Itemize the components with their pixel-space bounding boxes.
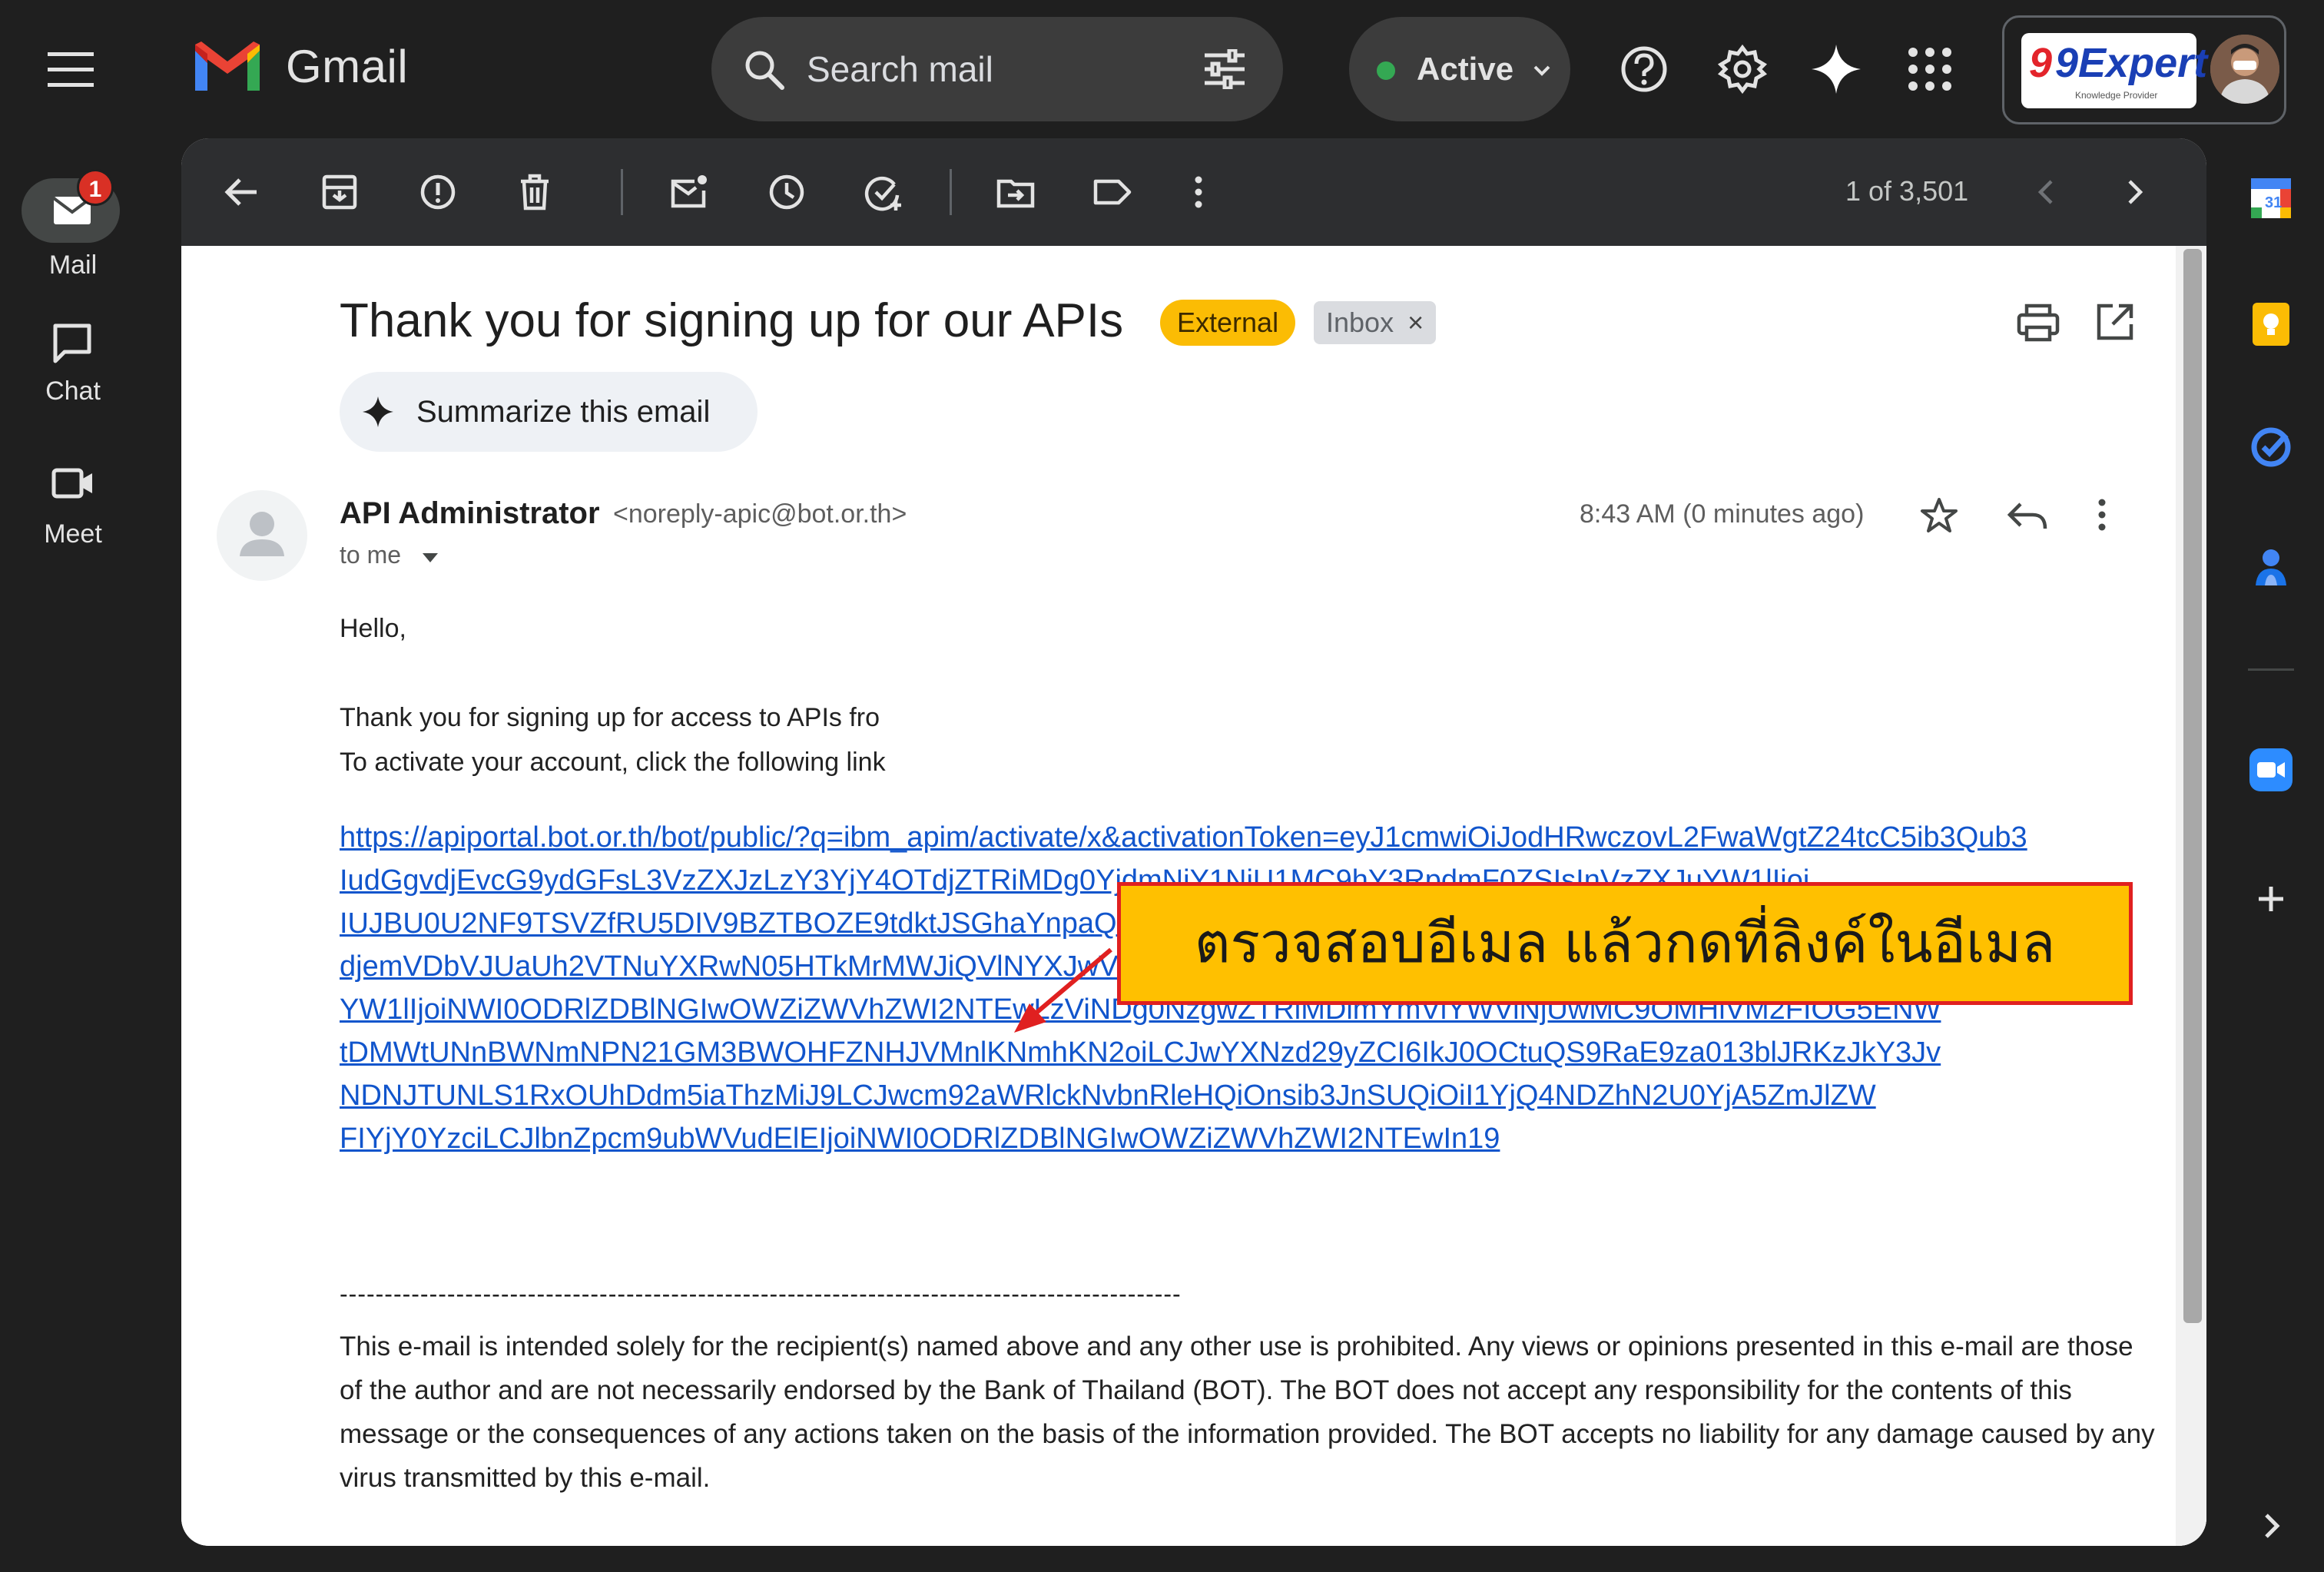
nav-item-mail[interactable]: 1 Mail xyxy=(0,138,146,292)
top-bar: Gmail Search mail Active 9 9Expert Knowle… xyxy=(0,0,2324,138)
search-box[interactable]: Search mail xyxy=(711,17,1283,121)
unread-count-badge: 1 xyxy=(77,169,114,206)
apps-grid-icon[interactable] xyxy=(1904,43,1956,95)
search-options-icon[interactable] xyxy=(1203,49,1246,89)
star-icon[interactable] xyxy=(1919,496,1959,535)
main-menu-icon[interactable] xyxy=(45,46,97,92)
nav-item-label: Chat xyxy=(45,376,101,406)
google-tasks-icon[interactable] xyxy=(2248,424,2294,470)
sender-name[interactable]: API Administrator xyxy=(340,496,600,531)
avatar[interactable] xyxy=(2210,35,2279,104)
label-tag-icon[interactable] xyxy=(1092,172,1132,212)
nav-item-chat[interactable]: Chat xyxy=(0,315,146,438)
more-options-icon[interactable] xyxy=(1179,172,1218,212)
email-greeting: Hello, xyxy=(340,614,406,643)
gear-icon[interactable] xyxy=(1716,43,1769,95)
activation-link-line[interactable]: NDNJTUNLS1RxOUhDdm5iaThzMiJ9LCJwcm92aWRl… xyxy=(340,1074,2027,1117)
search-input[interactable]: Search mail xyxy=(807,17,993,121)
move-to-folder-icon[interactable] xyxy=(996,172,1036,212)
newer-chevron-left-icon[interactable] xyxy=(2027,172,2067,212)
message-content: Thank you for signing up for our APIs Ex… xyxy=(181,246,2206,1546)
annotation-arrow-icon xyxy=(1003,945,1119,1037)
external-label-badge: External xyxy=(1160,300,1296,346)
inbox-label-chip[interactable]: Inbox × xyxy=(1314,301,1437,344)
back-arrow-icon[interactable] xyxy=(221,172,261,212)
get-add-ons-plus-icon[interactable] xyxy=(2248,876,2294,922)
nav-item-label: Mail xyxy=(48,250,98,280)
show-details-caret-icon[interactable] xyxy=(421,552,439,564)
google-calendar-icon[interactable]: 31 xyxy=(2248,175,2294,221)
sender-email: <noreply-apic@bot.or.th> xyxy=(613,499,907,529)
older-chevron-right-icon[interactable] xyxy=(2114,172,2154,212)
side-panel-divider xyxy=(2248,668,2294,671)
message-more-options-icon[interactable] xyxy=(2094,496,2110,533)
nav-item-label: Meet xyxy=(44,519,102,549)
archive-icon[interactable] xyxy=(320,172,360,212)
svg-text:31: 31 xyxy=(2265,194,2282,211)
gemini-sparkle-icon[interactable] xyxy=(1810,43,1862,95)
report-spam-icon[interactable] xyxy=(418,172,458,212)
expand-side-panel-chevron-icon[interactable] xyxy=(2248,1503,2294,1549)
activation-link-line[interactable]: https://apiportal.bot.or.th/bot/public/?… xyxy=(340,816,2027,859)
annotation-callout-text: ตรวจสอบอีเมล แล้วกดที่ลิงค์ในอีเมล xyxy=(1194,913,2056,974)
account-switcher[interactable]: 9 9Expert Knowledge Provider xyxy=(2002,15,2286,124)
toolbar-divider xyxy=(950,169,952,215)
activation-link-line[interactable]: FIYjY0YzciLCJlbnZpcm9ubWVudElEIjoiNWI0OD… xyxy=(340,1117,2027,1160)
print-icon[interactable] xyxy=(2016,303,2060,343)
sender-avatar[interactable] xyxy=(217,490,307,581)
email-body-line: To activate your account, click the foll… xyxy=(340,748,886,777)
gmail-logo-icon[interactable] xyxy=(192,40,263,95)
chevron-down-icon xyxy=(1532,63,1552,78)
delete-trash-icon[interactable] xyxy=(515,172,555,212)
chat-icon xyxy=(49,321,95,364)
search-icon[interactable] xyxy=(742,48,787,92)
google-contacts-icon[interactable] xyxy=(2248,544,2294,590)
zoom-app-icon[interactable] xyxy=(2248,747,2294,793)
reply-icon[interactable] xyxy=(2007,499,2048,533)
app-name: Gmail xyxy=(286,41,409,92)
help-icon[interactable] xyxy=(1618,43,1670,95)
google-keep-icon[interactable] xyxy=(2248,301,2294,347)
open-in-new-window-icon[interactable] xyxy=(2094,301,2136,343)
brand-logo-text: 9Expert xyxy=(2055,40,2208,86)
toolbar-divider xyxy=(621,169,623,215)
message-timestamp: 8:43 AM (0 minutes ago) xyxy=(1580,499,1865,529)
side-panel-rail: 31 xyxy=(2222,138,2324,1572)
email-subject: Thank you for signing up for our APIs xyxy=(340,294,1124,347)
summarize-email-button[interactable]: Summarize this email xyxy=(340,372,758,452)
video-camera-icon xyxy=(49,463,95,506)
message-view: 1 of 3,501 Thank you for signing up for … xyxy=(181,138,2206,1546)
signature-divider: ----------------------------------------… xyxy=(340,1280,1182,1308)
recipient-details[interactable]: to me xyxy=(340,541,401,569)
activation-link-line[interactable]: tDMWtUNnBWNmNPN21GM3BWOHFZNHJVMnlKNmhKN2… xyxy=(340,1031,2027,1074)
sparkle-icon xyxy=(361,395,395,429)
annotation-callout: ตรวจสอบอีเมล แล้วกดที่ลิงค์ในอีเมล xyxy=(1117,882,2133,1005)
left-navigation-rail: 1 Mail Chat Meet xyxy=(0,138,146,1572)
scrollbar-thumb[interactable] xyxy=(2183,249,2202,1323)
nav-item-meet[interactable]: Meet xyxy=(0,455,146,578)
inbox-label-text: Inbox xyxy=(1326,307,1394,338)
message-toolbar: 1 of 3,501 xyxy=(181,138,2206,246)
status-selector[interactable]: Active xyxy=(1349,17,1570,121)
active-status-dot xyxy=(1377,61,1395,80)
snooze-clock-icon[interactable] xyxy=(767,172,807,212)
status-label: Active xyxy=(1417,51,1514,87)
organization-logo: 9 9Expert Knowledge Provider xyxy=(2021,33,2207,108)
mark-unread-icon[interactable] xyxy=(668,172,708,212)
remove-label-icon[interactable]: × xyxy=(1407,307,1424,338)
email-body-line: Thank you for signing up for access to A… xyxy=(340,703,880,732)
email-disclaimer: This e-mail is intended solely for the r… xyxy=(340,1332,2155,1493)
pagination-count: 1 of 3,501 xyxy=(1845,175,1969,207)
summarize-label: Summarize this email xyxy=(416,395,711,429)
add-task-icon[interactable] xyxy=(864,172,903,212)
brand-tagline: Knowledge Provider xyxy=(2075,90,2158,101)
